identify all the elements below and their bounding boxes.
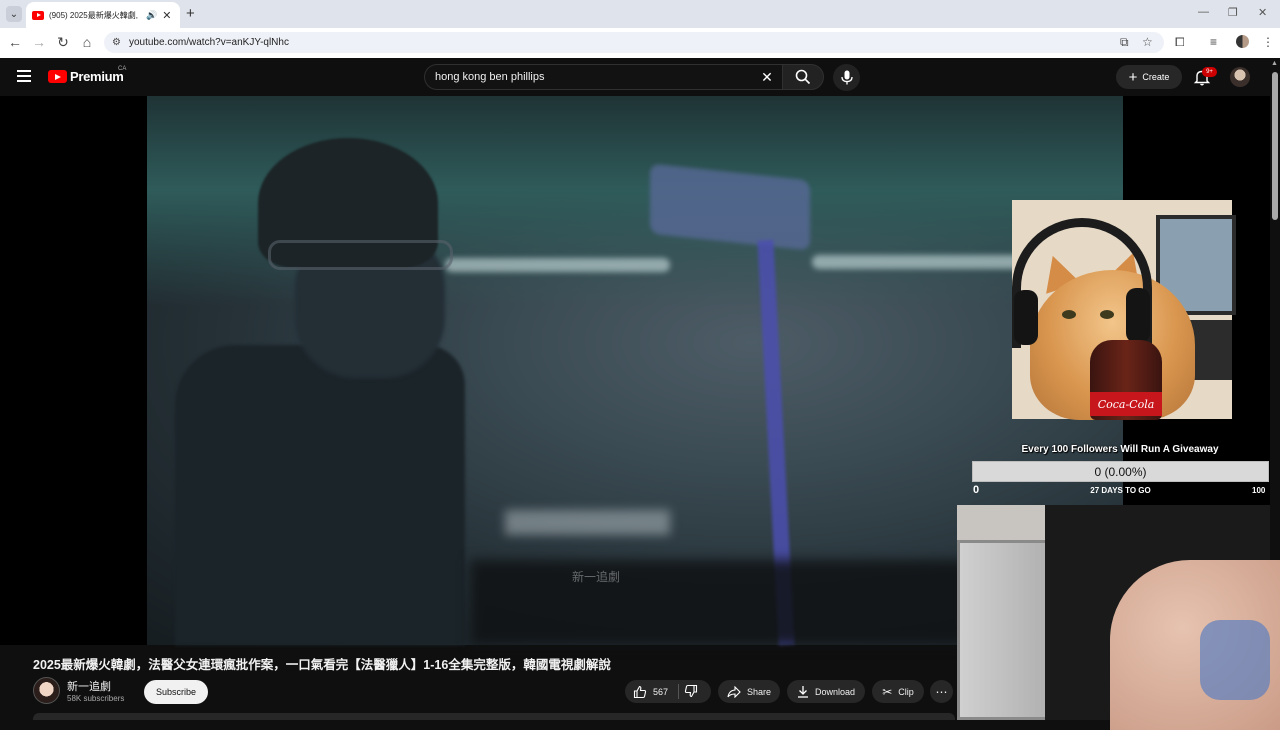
extensions-icon[interactable]: ⧠ (1175, 35, 1185, 50)
thumbs-up-icon (633, 685, 647, 698)
speaker-icon[interactable]: 🔊 (146, 10, 157, 21)
back-arrow-icon[interactable]: ← (7, 34, 23, 50)
search-button[interactable] (782, 64, 824, 90)
cat-eye (1100, 310, 1114, 319)
clip-button[interactable]: ✂ Clip (872, 680, 924, 703)
account-avatar[interactable] (1230, 67, 1250, 87)
headphone-cup (1126, 288, 1150, 343)
clear-search-icon[interactable]: ✕ (752, 69, 782, 86)
share-arrow-icon (727, 685, 741, 698)
search-input[interactable]: hong kong ben phillips ✕ (424, 64, 782, 90)
search-query: hong kong ben phillips (435, 71, 545, 83)
download-icon (797, 686, 808, 698)
notification-badge: 9+ (1202, 67, 1217, 77)
site-info-icon[interactable]: ⚙ (112, 37, 121, 48)
create-button[interactable]: + Create (1116, 65, 1182, 89)
video-watermark: 新一追劇 (572, 570, 621, 584)
goal-days-remaining: 27 DAYS TO GO (1090, 486, 1151, 495)
voice-search-button[interactable] (833, 64, 860, 91)
browser-tab-youtube[interactable]: (905) 2025最新爆火韓劇, 🔊 ✕ (26, 2, 180, 28)
browser-menu-icon[interactable]: ⋮ (1262, 35, 1274, 49)
webcam-scene-fabric (1200, 620, 1270, 700)
subscribe-button[interactable]: Subscribe (144, 680, 208, 704)
close-window-icon[interactable]: ✕ (1258, 6, 1267, 19)
channel-name[interactable]: 新一追劇 (67, 678, 111, 694)
tab-title: (905) 2025最新爆火韓劇, (49, 10, 138, 20)
share-label: Share (746, 686, 772, 697)
scrollbar-thumb[interactable] (1272, 72, 1278, 220)
goal-title: Every 100 Followers Will Run A Giveaway (1021, 444, 1219, 455)
browser-profile-avatar[interactable] (1236, 35, 1249, 48)
new-tab-button[interactable]: + (186, 5, 195, 22)
home-icon[interactable]: ⌂ (79, 34, 95, 50)
video-title: 2025最新爆火韓劇，法醫父女連環瘋批作案，一口氣看完【法醫獵人】1-16全集完… (33, 658, 611, 672)
cola-label: Coca-Cola (1090, 392, 1162, 416)
minimize-icon[interactable]: — (1198, 6, 1209, 18)
more-actions-button[interactable]: ⋯ (930, 680, 953, 703)
url-text: youtube.com/watch?v=anKJY-qlNhc (128, 37, 289, 48)
channel-avatar[interactable] (33, 677, 60, 704)
forward-arrow-icon[interactable]: → (31, 34, 47, 50)
search-icon (795, 69, 811, 85)
video-scene-light (445, 258, 670, 272)
bookmark-star-icon[interactable]: ☆ (1142, 35, 1153, 49)
scissors-icon: ✂ (882, 684, 893, 699)
blurred-subtitle (505, 510, 670, 535)
scroll-up-arrow-icon[interactable]: ▲ (1271, 60, 1278, 67)
like-divider (678, 684, 679, 699)
download-button[interactable]: Download (787, 680, 865, 703)
address-bar[interactable]: ⚙ youtube.com/watch?v=anKJY-qlNhc (104, 32, 1164, 53)
more-horizontal-icon: ⋯ (935, 684, 948, 699)
tab-list-chevron-down-icon[interactable]: ⌄ (6, 6, 22, 22)
menu-hamburger-icon[interactable] (17, 70, 31, 82)
video-scene-glasses (268, 240, 453, 270)
create-label: Create (1142, 72, 1170, 82)
video-scene-light (812, 255, 1032, 269)
restore-icon[interactable]: ❐ (1228, 6, 1238, 19)
video-scene-person-body (175, 345, 465, 645)
subscriber-count: 58K subscribers (67, 694, 125, 703)
webcam-scene-case (957, 540, 1057, 720)
cat-eye (1062, 310, 1076, 319)
region-code: CA (118, 66, 127, 72)
reload-icon[interactable]: ↻ (55, 34, 71, 51)
like-count: 567 (653, 686, 669, 697)
goal-max: 100 (1252, 486, 1266, 495)
dislike-button[interactable] (684, 684, 704, 699)
microphone-icon (840, 70, 853, 85)
youtube-premium-logo[interactable]: Premium (48, 69, 124, 84)
download-label: Download (814, 686, 856, 697)
clip-label: Clip (898, 686, 914, 697)
logo-text: Premium (70, 69, 124, 84)
cast-icon[interactable]: ⧉ (1120, 35, 1129, 50)
youtube-logo-icon (48, 70, 67, 83)
goal-progress-value: 0 (0.00%) (1094, 464, 1147, 479)
plus-icon: + (1128, 68, 1138, 86)
thumbs-down-icon (684, 684, 698, 698)
video-scene-table (470, 560, 970, 645)
youtube-favicon-icon (32, 10, 44, 20)
description-box[interactable] (33, 713, 955, 720)
share-button[interactable]: Share (718, 680, 780, 703)
reading-list-icon[interactable]: ≡ (1210, 35, 1217, 49)
tab-close-icon[interactable]: ✕ (162, 9, 171, 22)
headphone-cup (1014, 290, 1038, 345)
